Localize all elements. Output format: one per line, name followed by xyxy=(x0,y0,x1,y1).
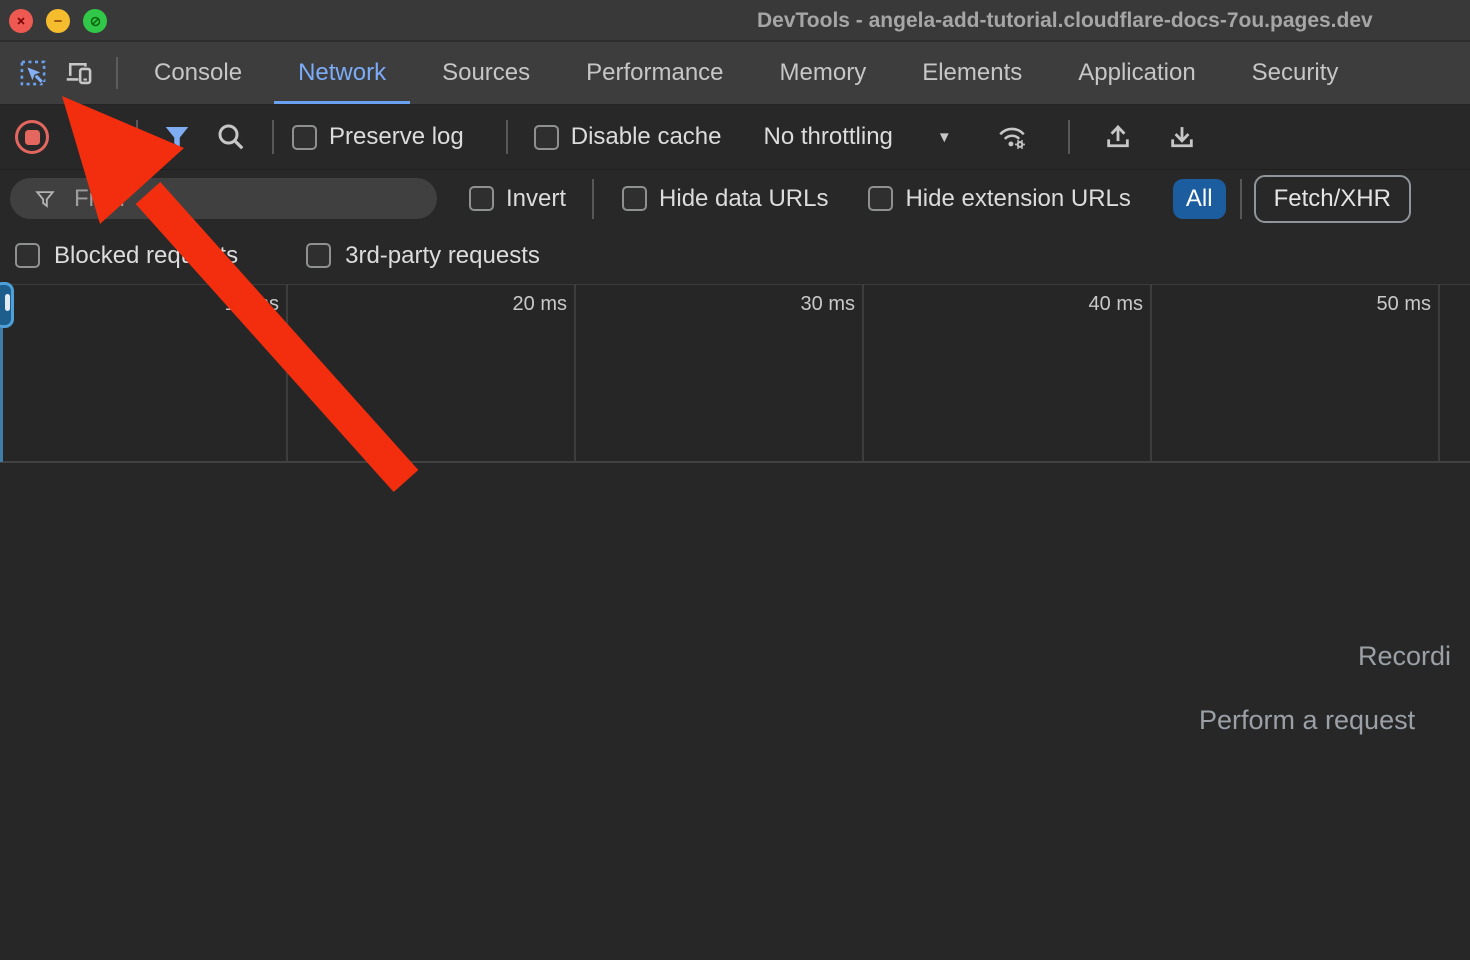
overview-range-line xyxy=(0,328,3,462)
ruler-gridline xyxy=(1150,285,1152,461)
zoom-button[interactable] xyxy=(83,9,107,33)
panel-tabs: Console Network Sources Performance Memo… xyxy=(126,42,1366,104)
filter-input[interactable] xyxy=(72,184,406,214)
record-button[interactable] xyxy=(15,120,49,154)
tab-sources[interactable]: Sources xyxy=(414,42,558,104)
ruler-tick: 30 ms xyxy=(755,293,855,316)
title-bar: DevTools - angela-add-tutorial.cloudflar… xyxy=(0,0,1470,42)
network-toolbar: Preserve log Disable cache No throttling… xyxy=(0,105,1470,170)
preserve-log-checkbox[interactable] xyxy=(292,125,317,150)
tab-console[interactable]: Console xyxy=(126,42,270,104)
ruler-tick: 50 ms xyxy=(1331,293,1431,316)
third-party-requests-checkbox[interactable] xyxy=(306,243,331,268)
tab-label: Performance xyxy=(586,59,723,87)
ruler-gridline xyxy=(1438,285,1440,461)
tab-elements[interactable]: Elements xyxy=(894,42,1050,104)
divider xyxy=(272,120,274,154)
ruler-gridline xyxy=(574,285,576,461)
clear-button[interactable] xyxy=(75,124,102,151)
minimize-icon xyxy=(52,15,64,27)
record-stop-icon xyxy=(25,130,40,145)
hide-extension-urls-toggle[interactable]: Hide extension URLs xyxy=(868,185,1130,213)
invert-toggle[interactable]: Invert xyxy=(469,185,566,213)
devtools-tab-bar: Console Network Sources Performance Memo… xyxy=(0,42,1470,105)
filter-input-container[interactable] xyxy=(10,178,437,219)
blocked-requests-label: Blocked requests xyxy=(54,242,238,270)
network-overview-ruler[interactable]: 10 ms 20 ms 30 ms 40 ms 50 ms xyxy=(0,284,1470,463)
recording-message: Recordi xyxy=(1358,641,1451,672)
preserve-log-toggle[interactable]: Preserve log xyxy=(292,123,464,151)
funnel-outline-icon xyxy=(34,188,56,210)
tab-network[interactable]: Network xyxy=(270,42,414,104)
tab-application[interactable]: Application xyxy=(1050,42,1223,104)
panel-icons xyxy=(0,42,126,104)
network-filter-bar: Invert Hide data URLs Hide extension URL… xyxy=(0,170,1470,227)
ruler-tick: 40 ms xyxy=(1043,293,1143,316)
disable-cache-checkbox[interactable] xyxy=(534,125,559,150)
hide-extension-urls-label: Hide extension URLs xyxy=(905,185,1130,213)
filter-chip-all[interactable]: All xyxy=(1173,179,1226,219)
close-button[interactable] xyxy=(9,9,33,33)
perform-request-message: Perform a request xyxy=(1199,705,1415,736)
hide-extension-urls-checkbox[interactable] xyxy=(868,186,893,211)
devtools-window: DevTools - angela-add-tutorial.cloudflar… xyxy=(0,0,1470,960)
ruler-gridline xyxy=(862,285,864,461)
third-party-requests-toggle[interactable]: 3rd-party requests xyxy=(306,242,540,270)
search-button[interactable] xyxy=(216,122,246,152)
tab-label: Security xyxy=(1252,59,1339,87)
tab-label: Network xyxy=(298,59,386,87)
window-title: DevTools - angela-add-tutorial.cloudflar… xyxy=(757,9,1373,33)
divider xyxy=(1240,179,1242,219)
device-toolbar-button[interactable] xyxy=(56,50,102,96)
filter-toggle-button[interactable] xyxy=(162,122,192,152)
divider xyxy=(506,120,508,154)
throttling-select[interactable]: No throttling ▼ xyxy=(763,123,951,151)
divider xyxy=(592,179,594,219)
blocked-requests-checkbox[interactable] xyxy=(15,243,40,268)
tab-label: Elements xyxy=(922,59,1022,87)
blocked-requests-toggle[interactable]: Blocked requests xyxy=(15,242,238,270)
tab-performance[interactable]: Performance xyxy=(558,42,751,104)
tab-label: Application xyxy=(1078,59,1195,87)
inspect-element-button[interactable] xyxy=(10,50,56,96)
hide-data-urls-toggle[interactable]: Hide data URLs xyxy=(622,185,828,213)
ruler-gridline xyxy=(286,285,288,461)
inspect-cursor-icon xyxy=(19,59,47,87)
divider xyxy=(136,120,138,154)
throttling-value: No throttling xyxy=(763,123,892,151)
tab-label: Console xyxy=(154,59,242,87)
filter-chip-fetch-xhr[interactable]: Fetch/XHR xyxy=(1254,175,1411,223)
divider xyxy=(116,57,118,89)
ruler-tick: 10 ms xyxy=(179,293,279,316)
overview-range-handle[interactable] xyxy=(0,282,14,328)
import-har-button[interactable] xyxy=(1104,123,1132,151)
third-party-requests-label: 3rd-party requests xyxy=(345,242,540,270)
zoom-disabled-icon xyxy=(89,15,102,28)
close-icon xyxy=(15,15,27,27)
funnel-icon xyxy=(166,127,189,148)
chevron-down-icon: ▼ xyxy=(937,129,952,146)
tab-memory[interactable]: Memory xyxy=(752,42,895,104)
device-toolbar-icon xyxy=(65,60,93,86)
tab-label: Sources xyxy=(442,59,530,87)
divider xyxy=(1068,120,1070,154)
tab-label: Memory xyxy=(780,59,867,87)
minimize-button[interactable] xyxy=(46,9,70,33)
network-request-area: Recordi Perform a request xyxy=(0,465,1470,960)
disable-cache-toggle[interactable]: Disable cache xyxy=(534,123,722,151)
invert-checkbox[interactable] xyxy=(469,186,494,211)
hide-data-urls-label: Hide data URLs xyxy=(659,185,828,213)
tab-security[interactable]: Security xyxy=(1224,42,1367,104)
ruler-tick: 20 ms xyxy=(467,293,567,316)
preserve-log-label: Preserve log xyxy=(329,123,464,151)
network-options-bar: Blocked requests 3rd-party requests xyxy=(0,227,1470,284)
gear-icon xyxy=(1015,140,1025,149)
handle-grip xyxy=(5,294,10,311)
hide-data-urls-checkbox[interactable] xyxy=(622,186,647,211)
invert-label: Invert xyxy=(506,185,566,213)
export-har-button[interactable] xyxy=(1168,123,1196,151)
disable-cache-label: Disable cache xyxy=(571,123,722,151)
network-conditions-button[interactable] xyxy=(996,123,1028,151)
